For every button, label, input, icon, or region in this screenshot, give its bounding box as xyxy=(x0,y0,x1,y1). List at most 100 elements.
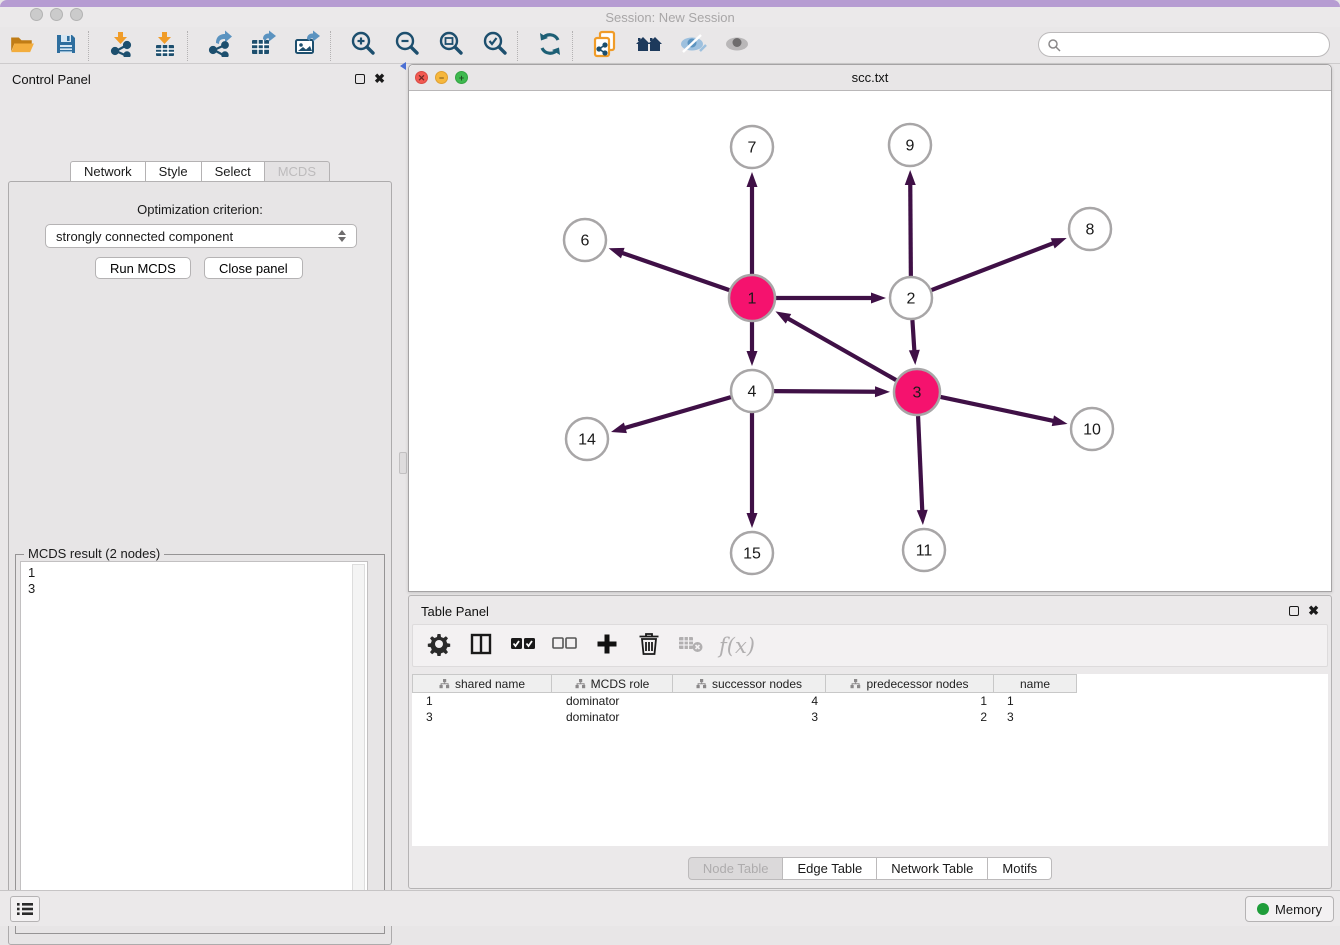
edge-2-8[interactable] xyxy=(932,243,1055,290)
tab-style[interactable]: Style xyxy=(145,161,202,182)
search-input[interactable] xyxy=(1061,37,1329,52)
delete-table-button xyxy=(677,632,705,660)
table-cell[interactable]: dominator xyxy=(552,709,674,725)
mcds-result-list[interactable]: 1 3 xyxy=(20,561,368,917)
export-image-button[interactable] xyxy=(292,29,324,61)
edge-2-9[interactable] xyxy=(910,183,911,276)
refresh-network-button[interactable] xyxy=(534,29,566,61)
edge-3-1[interactable] xyxy=(787,318,896,380)
tab-edge-table[interactable]: Edge Table xyxy=(782,857,877,880)
show-hidden-button[interactable] xyxy=(721,29,753,61)
edge-3-11[interactable] xyxy=(918,416,922,512)
export-network-icon xyxy=(207,30,234,60)
import-table-button[interactable] xyxy=(149,29,181,61)
add-row-button[interactable] xyxy=(593,632,621,660)
column-header-successor-nodes[interactable]: successor nodes xyxy=(672,674,826,693)
edge-1-6[interactable] xyxy=(621,252,729,290)
deselect-all-button[interactable] xyxy=(551,632,579,660)
node-label-4: 4 xyxy=(748,384,757,401)
vertical-split-handle[interactable] xyxy=(399,452,407,474)
table-cell[interactable]: 3 xyxy=(674,709,828,725)
run-mcds-button[interactable]: Run MCDS xyxy=(95,257,191,279)
column-label: name xyxy=(1020,677,1050,691)
hide-selection-button[interactable] xyxy=(677,29,709,61)
table-close-panel-icon[interactable]: ✖ xyxy=(1308,603,1319,619)
result-vertical-scrollbar[interactable] xyxy=(352,564,365,902)
hide-selection-icon xyxy=(678,31,708,60)
zoom-in-button[interactable] xyxy=(347,29,379,61)
memory-button[interactable]: Memory xyxy=(1245,896,1334,922)
mcds-result-box: MCDS result (2 nodes) 1 3 xyxy=(15,554,385,934)
table-cell[interactable]: dominator xyxy=(552,693,674,709)
network-from-selection-button[interactable] xyxy=(589,29,621,61)
close-panel-icon[interactable]: ✖ xyxy=(374,71,385,87)
table-cell[interactable]: 3 xyxy=(997,709,1081,725)
show-hidden-icon xyxy=(722,31,752,60)
network-view-window: ✕ − + scc.txt 7968124314101511 xyxy=(408,64,1332,592)
node-label-15: 15 xyxy=(743,546,761,563)
toolbar-separator xyxy=(187,31,188,61)
show-columns-button[interactable] xyxy=(467,632,495,660)
export-table-button[interactable] xyxy=(248,29,280,61)
import-table-icon xyxy=(152,31,178,60)
column-label: predecessor nodes xyxy=(866,677,968,691)
tab-node-table[interactable]: Node Table xyxy=(688,857,784,880)
tab-network-table[interactable]: Network Table xyxy=(876,857,988,880)
edge-4-14[interactable] xyxy=(623,397,730,428)
tab-select[interactable]: Select xyxy=(201,161,265,182)
export-image-icon xyxy=(294,30,322,61)
table-row[interactable]: 3dominator323 xyxy=(412,709,1328,725)
table-row[interactable]: 1dominator411 xyxy=(412,693,1328,709)
preferred-layout-button[interactable] xyxy=(633,29,665,61)
delete-row-button[interactable] xyxy=(635,632,663,660)
search-box[interactable] xyxy=(1038,32,1330,57)
tab-mcds[interactable]: MCDS xyxy=(264,161,330,182)
edge-4-3[interactable] xyxy=(774,391,877,392)
export-network-button[interactable] xyxy=(204,29,236,61)
table-cell[interactable]: 2 xyxy=(828,709,997,725)
show-columns-icon xyxy=(469,632,493,659)
table-cell[interactable]: 1 xyxy=(412,693,552,709)
column-header-shared-name[interactable]: shared name xyxy=(412,674,552,693)
memory-status-dot xyxy=(1257,903,1269,915)
table-cell[interactable]: 3 xyxy=(412,709,552,725)
settings-gear-button[interactable] xyxy=(425,632,453,660)
open-session-button[interactable] xyxy=(6,29,38,61)
control-panel-title: Control Panel xyxy=(12,72,91,87)
zoom-fit-button[interactable] xyxy=(435,29,467,61)
refresh-network-icon xyxy=(536,30,564,61)
save-session-button[interactable] xyxy=(50,29,82,61)
close-panel-button[interactable]: Close panel xyxy=(204,257,303,279)
arrowhead-icon xyxy=(775,311,791,323)
select-all-button[interactable] xyxy=(509,632,537,660)
node-table-grid: shared nameMCDS rolesuccessor nodes prede… xyxy=(412,674,1328,846)
table-cell[interactable]: 4 xyxy=(674,693,828,709)
edge-2-3[interactable] xyxy=(912,320,914,352)
column-header-MCDS-role[interactable]: MCDS role xyxy=(551,674,673,693)
table-cell[interactable]: 1 xyxy=(997,693,1081,709)
tab-network[interactable]: Network xyxy=(70,161,146,182)
mcds-result-values: 1 3 xyxy=(28,565,367,597)
collapse-divider-arrow-icon[interactable] xyxy=(400,62,406,70)
float-panel-icon[interactable] xyxy=(355,74,365,84)
select-all-icon xyxy=(510,635,536,656)
zoom-out-button[interactable] xyxy=(391,29,423,61)
import-network-button[interactable] xyxy=(105,29,137,61)
deselect-all-icon xyxy=(552,635,578,656)
arrowhead-icon xyxy=(1051,238,1067,249)
attribute-tree-icon xyxy=(439,679,450,689)
tab-motifs[interactable]: Motifs xyxy=(987,857,1052,880)
toolbar-separator xyxy=(517,31,518,61)
task-history-button[interactable] xyxy=(10,896,40,922)
arrowhead-icon xyxy=(905,170,916,185)
open-session-icon xyxy=(9,31,35,60)
attribute-tree-icon xyxy=(575,679,586,689)
zoom-selected-button[interactable] xyxy=(479,29,511,61)
table-float-panel-icon[interactable] xyxy=(1289,606,1299,616)
edge-3-10[interactable] xyxy=(940,397,1054,421)
column-header-name[interactable]: name xyxy=(993,674,1077,693)
table-cell[interactable]: 1 xyxy=(828,693,997,709)
criterion-dropdown[interactable]: strongly connected component xyxy=(45,224,357,248)
column-header-predecessor-nodes[interactable]: predecessor nodes xyxy=(825,674,994,693)
network-graph[interactable]: 7968124314101511 xyxy=(410,91,1331,591)
